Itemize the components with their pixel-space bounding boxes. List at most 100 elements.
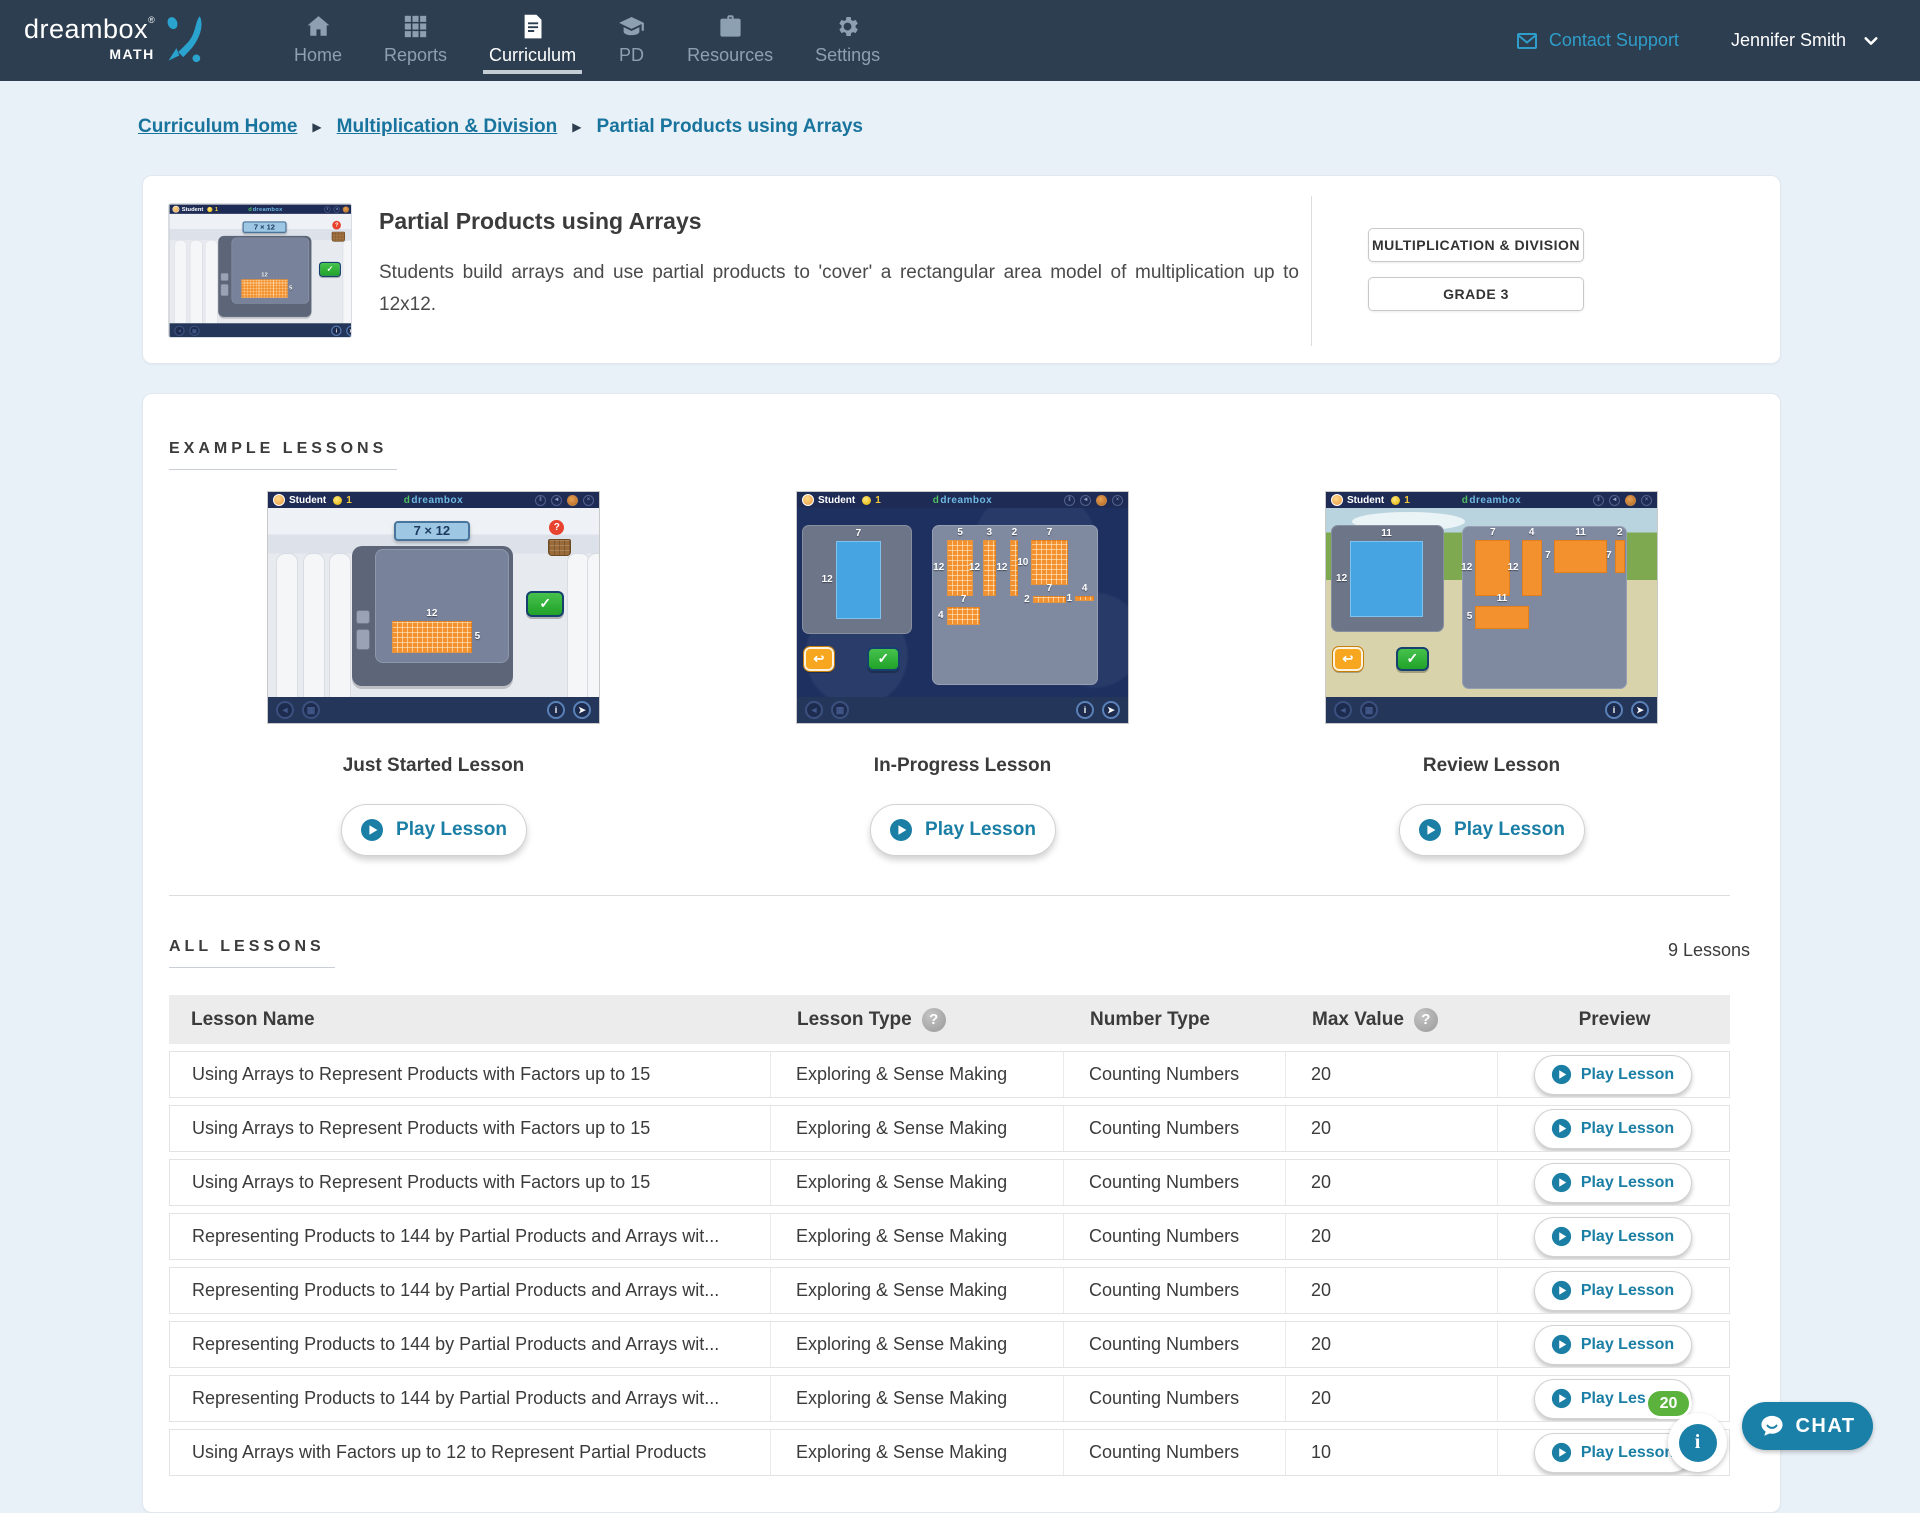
coin-icon	[1391, 496, 1400, 505]
column-header-number-type: Number Type	[1065, 995, 1287, 1044]
play-icon	[1551, 1172, 1572, 1193]
table-row: Representing Products to 144 by Partial …	[169, 1267, 1730, 1314]
pd-icon	[618, 13, 645, 40]
nav-item-resources[interactable]: Resources	[687, 0, 773, 81]
coin-count: 1	[1404, 495, 1410, 506]
brand-sub: MATH	[24, 47, 155, 61]
table-row: Using Arrays to Represent Products with …	[169, 1051, 1730, 1098]
play-lesson-button[interactable]: Play Lesson	[1534, 1163, 1692, 1203]
preview-cell: Play Lesson	[1498, 1214, 1727, 1259]
play-lesson-button[interactable]: Play Lesson	[1534, 1271, 1692, 1311]
max-value-cell: 20	[1286, 1214, 1498, 1259]
play-lesson-label: Play Lesson	[1581, 1228, 1674, 1246]
nav-item-settings[interactable]: Settings	[815, 0, 880, 81]
chat-button[interactable]: CHAT	[1742, 1402, 1873, 1450]
info-icon: i	[331, 326, 341, 336]
piece-label: 5	[289, 286, 292, 292]
play-lesson-button[interactable]: Play Lesson	[1534, 1055, 1692, 1095]
help-icon[interactable]: ?	[1414, 1008, 1438, 1032]
lesson-badges: MULTIPLICATION & DIVISIONGRADE 3	[1368, 228, 1584, 311]
play-icon	[1551, 1064, 1572, 1085]
play-lesson-button[interactable]: Play Lesson	[1534, 1109, 1692, 1149]
piece-label: 12	[822, 575, 833, 585]
contact-support-link[interactable]: Contact Support	[1515, 29, 1679, 53]
settings-icon	[834, 13, 861, 40]
max-value-cell: 10	[1286, 1430, 1498, 1475]
all-lessons-heading: ALL LESSONS	[169, 938, 335, 968]
play-lesson-label: Play Lesson	[925, 819, 1036, 841]
keyboard-icon: ▦	[1360, 701, 1378, 719]
breadcrumb-item-curriculum-home[interactable]: Curriculum Home	[138, 116, 297, 138]
brand-logo[interactable]: dreambox® MATH	[24, 16, 211, 64]
brand-name: dreambox	[24, 14, 148, 44]
play-lesson-label: Play Lesson	[396, 819, 507, 841]
lessons-table: Lesson NameLesson Type?Number TypeMax Va…	[169, 995, 1730, 1476]
game-brand: ddreambox	[933, 495, 992, 506]
column-header-label: Preview	[1579, 1009, 1651, 1031]
array-piece: 115	[1475, 606, 1529, 629]
array-piece: 125	[392, 621, 471, 652]
game-brand: ddreambox	[404, 495, 463, 506]
table-header-row: Lesson NameLesson Type?Number TypeMax Va…	[169, 995, 1730, 1044]
piece-label: 12	[426, 609, 437, 619]
lesson-preview-image: Student1ddreambox‖◄×7 × 12?125✓◄▦i➤	[267, 491, 600, 724]
lesson-preview-image: Student1ddreambox‖◄×71251231221271072417…	[796, 491, 1129, 724]
game-topbar: Student1ddreambox‖◄×	[170, 205, 352, 214]
notification-badge: 20	[1645, 1388, 1692, 1419]
pillar-decoration	[276, 553, 299, 697]
info-button[interactable]: i	[1668, 1413, 1727, 1472]
play-lesson-button[interactable]: Play Lesson	[1534, 1217, 1692, 1257]
lesson-name-cell: Using Arrays to Represent Products with …	[170, 1106, 771, 1151]
game-controls: ‖◄×	[1064, 495, 1123, 506]
column-header-label: Lesson Name	[191, 1009, 315, 1031]
nav-item-label: PD	[619, 45, 644, 66]
game-bottombar: ◄▦i➤	[1326, 697, 1657, 723]
keyboard-icon: ▦	[831, 701, 849, 719]
student-label: Student	[818, 495, 855, 506]
play-lesson-label: Play Lesson	[1581, 1066, 1674, 1084]
array-piece: 312	[983, 540, 996, 596]
lessons-card: EXAMPLE LESSONS Student1ddreambox‖◄×7 × …	[142, 393, 1781, 1513]
nav-items: Home Reports Curriculum PD Resources Settings	[294, 0, 880, 81]
user-menu[interactable]: Jennifer Smith	[1731, 30, 1880, 51]
lesson-type-cell: Exploring & Sense Making	[771, 1376, 1064, 1421]
pillar-decoration	[303, 553, 326, 697]
breadcrumb-item-multiplication-division[interactable]: Multiplication & Division	[337, 116, 558, 138]
avatar-icon	[343, 206, 349, 212]
max-value-cell: 20	[1286, 1322, 1498, 1367]
piece-label: 5	[957, 528, 963, 538]
nav-item-curriculum[interactable]: Curriculum	[489, 0, 576, 81]
nav-item-label: Home	[294, 45, 342, 66]
play-lesson-button[interactable]: Play Lesson	[1534, 1325, 1692, 1365]
nav-item-reports[interactable]: Reports	[384, 0, 447, 81]
multiplication-expression: 7 × 12	[394, 521, 470, 541]
help-icon[interactable]: ?	[922, 1008, 946, 1032]
number-type-cell: Counting Numbers	[1064, 1376, 1286, 1421]
brand-text: dreambox® MATH	[24, 16, 155, 61]
array-piece: 212	[1010, 540, 1018, 596]
play-lesson-button[interactable]: Play Lesson	[1399, 804, 1585, 856]
play-lesson-button[interactable]: Play Lesson	[341, 804, 527, 856]
curriculum-icon	[519, 13, 546, 40]
nav-item-label: Settings	[815, 45, 880, 66]
example-lesson-in-progress-lesson: Student1ddreambox‖◄×71251231221271072417…	[796, 491, 1129, 856]
table-row: Representing Products to 144 by Partial …	[169, 1321, 1730, 1368]
lesson-name-cell: Representing Products to 144 by Partial …	[170, 1214, 771, 1259]
coin-count: 1	[215, 206, 218, 212]
nav-right: Contact Support Jennifer Smith	[1515, 0, 1880, 81]
piece-label: 11	[1575, 528, 1586, 538]
table-row: Using Arrays to Represent Products with …	[169, 1159, 1730, 1206]
student-label: Student	[1347, 495, 1384, 506]
nav-item-home[interactable]: Home	[294, 0, 342, 81]
nav-item-pd[interactable]: PD	[618, 0, 645, 81]
play-lesson-label: Play Lesson	[1581, 1444, 1674, 1462]
column-header-max-value: Max Value?	[1287, 995, 1499, 1044]
lesson-description: Students build arrays and use partial pr…	[379, 257, 1299, 321]
piece-label: 1	[1066, 594, 1072, 604]
rocket-icon	[159, 14, 211, 64]
lesson-thumbnail-small: Student1ddreambox‖◄×7 × 12?125✓◄▦i➤	[168, 203, 352, 338]
piece-label: 12	[1336, 574, 1347, 584]
play-lesson-button[interactable]: Play Lesson	[870, 804, 1056, 856]
array-piece: 710	[1031, 540, 1067, 586]
piece-label: 2	[1617, 528, 1623, 538]
